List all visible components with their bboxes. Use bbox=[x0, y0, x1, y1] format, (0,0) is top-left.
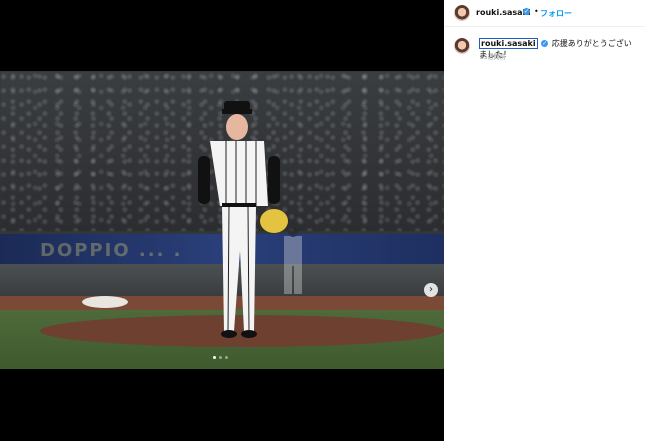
outfield-wall-ad: DOPPIO ... . bbox=[40, 240, 183, 261]
follow-button[interactable]: フォロー bbox=[540, 8, 572, 19]
verified-badge-icon: ✓ bbox=[541, 40, 549, 47]
comment-username[interactable]: rouki.sasaki bbox=[479, 38, 538, 49]
post-photo[interactable]: DOPPIO ... . › bbox=[0, 71, 444, 369]
post-time: 35週間前 bbox=[480, 54, 506, 61]
post-header: rouki.sasaki ✓ • フォロー bbox=[444, 0, 645, 27]
avatar[interactable] bbox=[454, 5, 470, 21]
carousel-dot bbox=[225, 356, 228, 359]
carousel-indicators bbox=[213, 356, 228, 359]
carousel-dot bbox=[213, 356, 216, 359]
verified-badge-icon: ✓ bbox=[523, 8, 530, 15]
carousel-dot bbox=[219, 356, 222, 359]
chevron-right-icon: › bbox=[429, 284, 433, 295]
carousel-next-button[interactable]: › bbox=[424, 283, 438, 297]
photo-viewer: DOPPIO ... . › bbox=[0, 0, 444, 441]
base bbox=[82, 296, 128, 308]
pitcher-figure bbox=[198, 101, 288, 338]
separator-dot: • bbox=[534, 7, 539, 16]
post-sidebar: rouki.sasaki ✓ • フォロー rouki.sasaki ✓ 応援あ… bbox=[444, 0, 645, 441]
comment-avatar[interactable] bbox=[454, 38, 470, 54]
